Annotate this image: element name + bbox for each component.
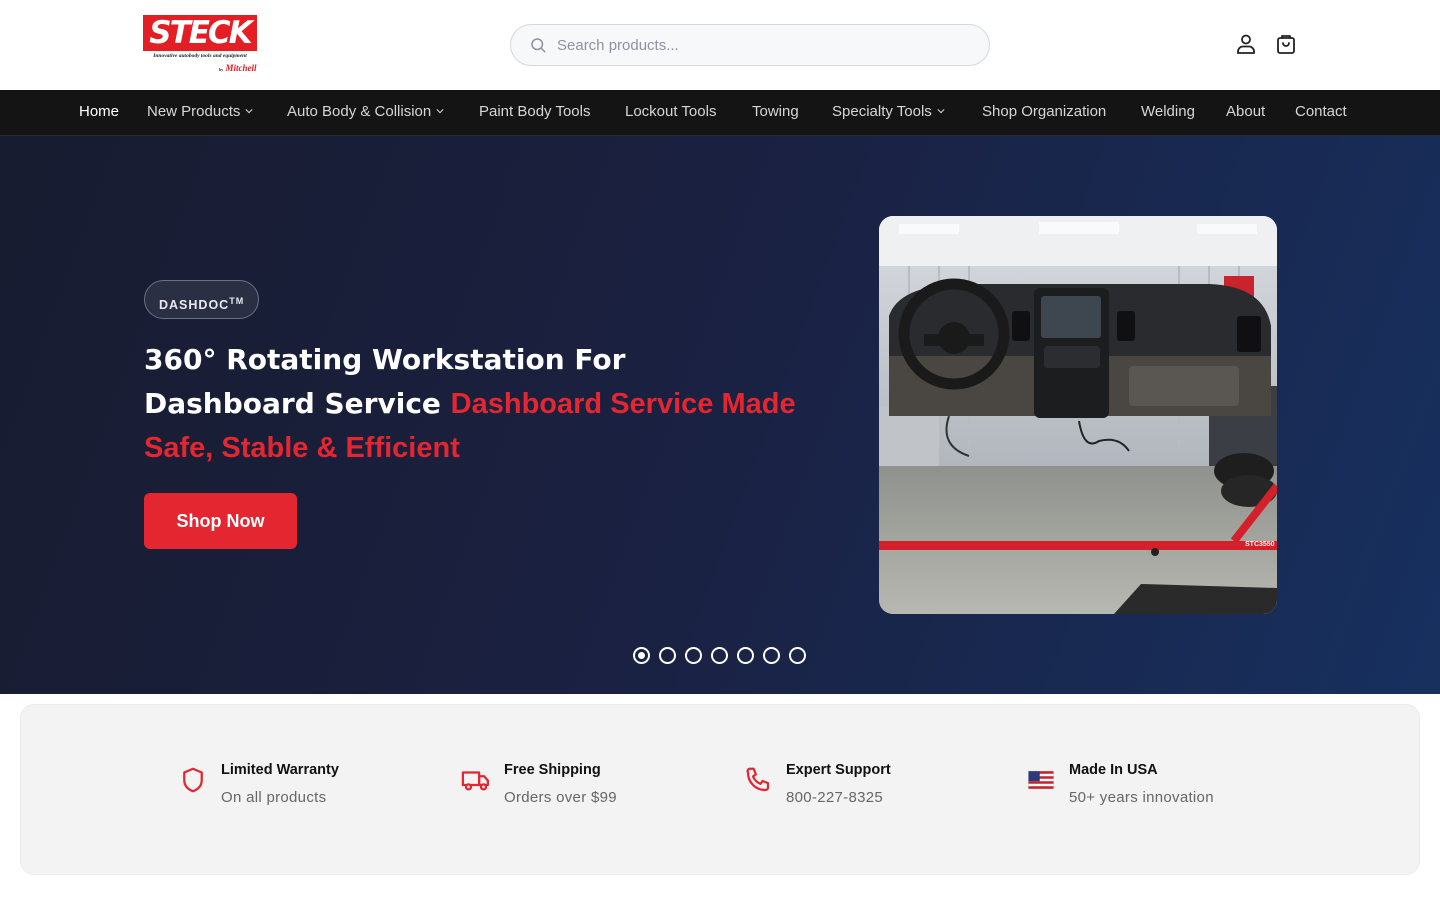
feature-subtitle: 800-227-8325	[786, 789, 884, 806]
feature-subtitle: 50+ years innovation	[1069, 789, 1214, 806]
feature-title: Free Shipping	[504, 762, 601, 778]
dashboard-workstation-illustration: STC3550	[879, 216, 1277, 614]
product-badge: DASHDOCTM	[144, 280, 260, 319]
nav-new-products[interactable]: New Products	[147, 90, 253, 134]
stand-model-label: STC3550	[1245, 541, 1275, 548]
chevron-down-icon	[436, 109, 444, 114]
nav-contact[interactable]: Contact	[1295, 90, 1347, 134]
shield-icon	[183, 767, 203, 793]
nav-home[interactable]: Home	[79, 90, 119, 134]
chevron-down-icon	[245, 109, 253, 114]
shop-now-button[interactable]: Shop Now	[144, 493, 297, 549]
nav-shop-organization[interactable]: Shop Organization	[982, 90, 1106, 134]
nav-paint-body-tools[interactable]: Paint Body Tools	[479, 90, 590, 134]
main-nav: Home New Products Auto Body & Collision …	[0, 90, 1440, 136]
feature-title: Made In USA	[1069, 762, 1158, 778]
phone-icon	[746, 767, 770, 792]
nav-specialty-tools[interactable]: Specialty Tools	[832, 90, 945, 134]
feature-subtitle: On all products	[221, 789, 327, 806]
logo-wordmark: STECK	[149, 15, 252, 51]
nav-auto-body[interactable]: Auto Body & Collision	[287, 90, 444, 134]
hero-title: 360° Rotating Workstation For Dashboard …	[144, 343, 796, 464]
carousel-dot-7[interactable]	[789, 647, 806, 664]
features-bar: Limited Warranty On all products Free Sh…	[20, 704, 1420, 875]
logo-byline: by Mitchell	[219, 63, 257, 73]
carousel-dot-5[interactable]	[737, 647, 754, 664]
search-bar[interactable]	[510, 24, 990, 66]
search-input[interactable]	[557, 33, 967, 57]
chevron-down-icon	[937, 109, 945, 114]
us-flag-icon	[1028, 770, 1054, 790]
feature-title: Limited Warranty	[221, 762, 339, 778]
nav-welding[interactable]: Welding	[1141, 90, 1195, 134]
site-header: STECK Innovative autobody tools and equi…	[0, 0, 1440, 90]
carousel-dot-6[interactable]	[763, 647, 780, 664]
user-icon[interactable]	[1234, 32, 1258, 56]
feature-subtitle: Orders over $99	[504, 789, 617, 806]
nav-lockout-tools[interactable]: Lockout Tools	[625, 90, 716, 134]
logo-badge: STECK	[143, 15, 257, 51]
cart-icon[interactable]	[1274, 32, 1298, 56]
carousel-dot-4[interactable]	[711, 647, 728, 664]
carousel-dot-3[interactable]	[685, 647, 702, 664]
steck-logo[interactable]: STECK Innovative autobody tools and equi…	[143, 15, 258, 77]
hero-product-image: STC3550	[879, 216, 1277, 614]
search-icon	[531, 38, 546, 53]
hero-carousel: DASHDOCTM 360° Rotating Workstation For …	[0, 136, 1440, 694]
nav-towing[interactable]: Towing	[752, 90, 799, 134]
feature-title: Expert Support	[786, 762, 891, 778]
carousel-dot-2[interactable]	[659, 647, 676, 664]
carousel-dot-1[interactable]	[633, 647, 650, 664]
logo-tagline: Innovative autobody tools and equipment	[153, 53, 247, 59]
nav-about[interactable]: About	[1226, 90, 1265, 134]
truck-icon	[461, 771, 489, 791]
